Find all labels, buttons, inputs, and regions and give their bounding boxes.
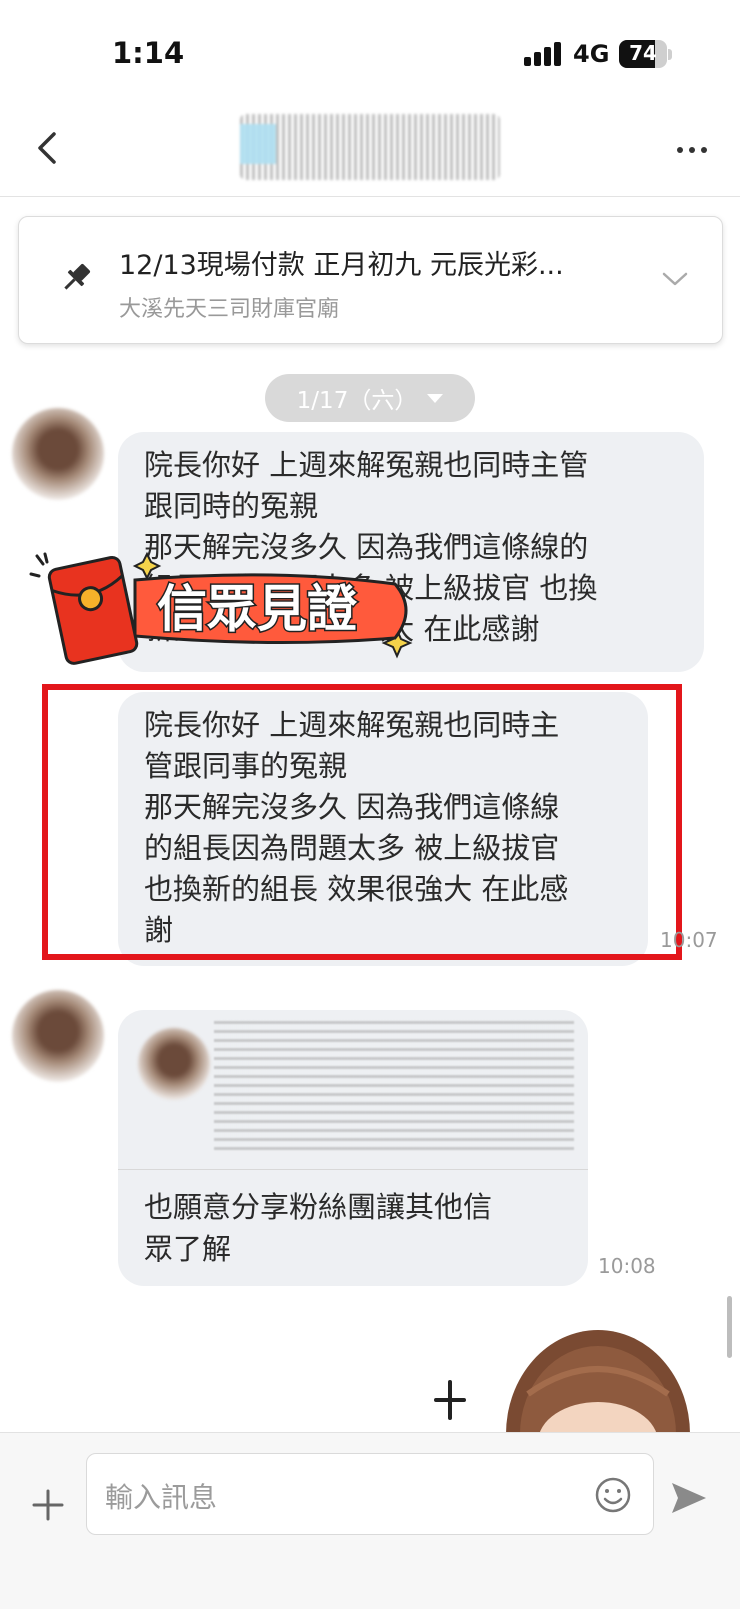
pinned-subtitle: 大溪先天三司財庫官廟 bbox=[119, 297, 340, 322]
scrollbar[interactable] bbox=[727, 1296, 732, 1358]
smiley-icon[interactable] bbox=[593, 1475, 633, 1515]
caret-down-icon bbox=[427, 393, 444, 403]
message-input[interactable]: 輸入訊息 bbox=[86, 1453, 654, 1535]
pinned-announcement[interactable]: 12/13現場付款 正月初九 元辰光彩... 大溪先天三司財庫官廟 bbox=[18, 216, 723, 344]
send-icon[interactable] bbox=[668, 1477, 710, 1519]
chat-title-blurred bbox=[240, 114, 500, 180]
quoted-message[interactable] bbox=[118, 1010, 588, 1170]
battery-cap bbox=[668, 49, 672, 60]
status-time: 1:14 bbox=[112, 36, 185, 70]
reply-bubble[interactable]: 也願意分享粉絲團讓其他信 眾了解 bbox=[118, 1010, 588, 1286]
status-bar: 1:14 4G 74 bbox=[0, 0, 740, 100]
quoted-avatar bbox=[138, 1028, 210, 1100]
message-input-bar: 輸入訊息 bbox=[0, 1432, 740, 1609]
message-time: 10:08 bbox=[598, 1254, 656, 1278]
input-placeholder: 輸入訊息 bbox=[105, 1481, 218, 1514]
chevron-down-icon[interactable] bbox=[659, 263, 691, 295]
chevron-left-icon[interactable] bbox=[30, 124, 66, 172]
quoted-text-blurred bbox=[214, 1020, 574, 1150]
date-divider[interactable]: 1/17（六） bbox=[265, 374, 475, 422]
battery-percent: 74 bbox=[629, 41, 657, 65]
sticker-text: 信眾見證 bbox=[157, 580, 358, 638]
signal-icon bbox=[524, 42, 564, 66]
battery-icon: 74 bbox=[619, 40, 667, 68]
reply-text: 也願意分享粉絲團讓其他信 眾了解 bbox=[144, 1190, 493, 1266]
testimony-sticker: 信眾見證 bbox=[25, 540, 425, 680]
pinned-title: 12/13現場付款 正月初九 元辰光彩... bbox=[119, 250, 564, 281]
chat-header bbox=[0, 100, 740, 197]
character-sticker[interactable] bbox=[498, 1324, 698, 1434]
avatar[interactable] bbox=[12, 990, 104, 1082]
network-type: 4G bbox=[573, 40, 610, 68]
avatar[interactable] bbox=[12, 408, 104, 500]
pin-icon bbox=[57, 259, 95, 297]
sparkle-icon bbox=[428, 1378, 472, 1434]
more-dots-icon[interactable] bbox=[672, 130, 712, 170]
message-time: 10:07 bbox=[660, 928, 718, 952]
date-label: 1/17（六） bbox=[296, 388, 418, 414]
red-highlight-frame bbox=[42, 684, 682, 960]
plus-icon[interactable] bbox=[30, 1487, 66, 1523]
